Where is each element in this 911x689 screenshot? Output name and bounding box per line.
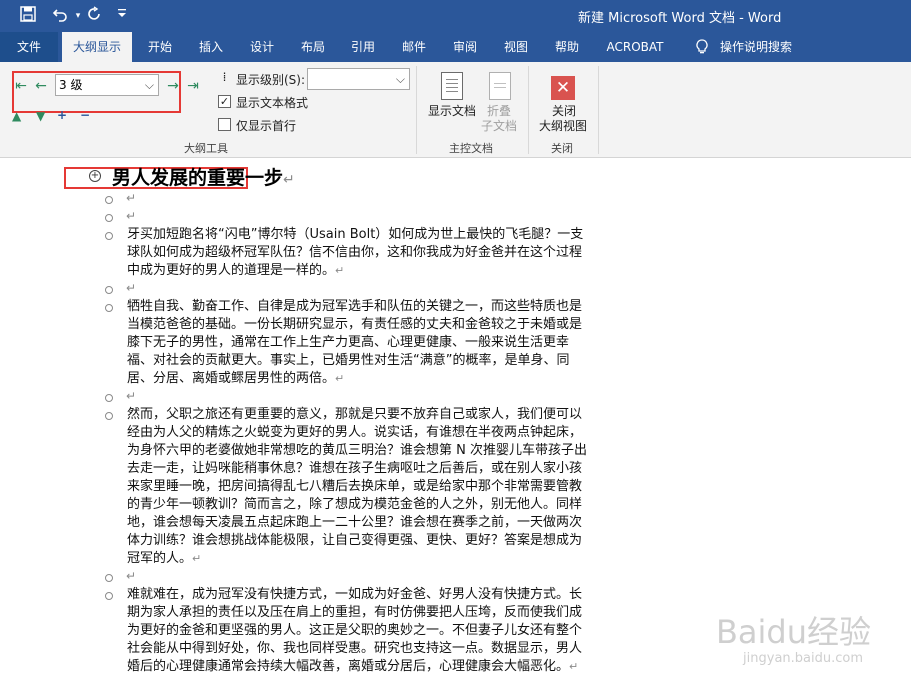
save-icon[interactable]: [18, 6, 38, 26]
close-outline-label-1[interactable]: 关闭: [552, 104, 576, 119]
collapse-icon[interactable]: −: [80, 109, 90, 121]
collapse-subdocuments-icon: [489, 72, 511, 100]
tab-acrobat[interactable]: ACROBAT: [600, 32, 670, 62]
show-document-button[interactable]: 显示文档: [428, 104, 476, 119]
collapse-subdoc-label-2: 子文档: [481, 119, 518, 133]
document-heading[interactable]: 男人发展的重要一步↵: [112, 163, 295, 190]
chevron-down-icon: ⌵: [395, 72, 405, 86]
master-document-group-label: 主控文档: [449, 142, 493, 155]
empty-paragraph: ↵: [126, 191, 137, 205]
undo-icon[interactable]: [50, 6, 70, 26]
group-separator: [598, 66, 599, 154]
ribbon-outline: ⇤ ← 3 级 ⌵ → ⇥ ▲ ▼ + − ⁞ 显示级别(S): ⌵ ✓ 显示文…: [0, 62, 911, 158]
empty-paragraph: ↵: [126, 389, 137, 403]
body-paragraph[interactable]: 然而，父职之旅还有更重要的意义，那就是只要不放弃自己或家人，我们便可以经由为人父…: [127, 406, 589, 568]
title-bar: ▾ 新建 Microsoft Word 文档 - Word: [0, 0, 911, 32]
tab-insert[interactable]: 插入: [191, 32, 231, 62]
show-text-format-checkbox[interactable]: ✓: [218, 95, 231, 108]
empty-paragraph: ↵: [126, 281, 137, 295]
customize-icon[interactable]: [112, 6, 132, 26]
group-separator: [416, 66, 417, 154]
lightbulb-icon[interactable]: [692, 32, 712, 62]
outline-bullet[interactable]: [105, 574, 113, 582]
tab-outline[interactable]: 大纲显示: [62, 32, 132, 62]
highlight-box-level: [12, 71, 181, 113]
watermark-brand: Baidu经验: [715, 613, 871, 651]
move-down-icon[interactable]: ▼: [36, 110, 45, 122]
show-document-icon[interactable]: [441, 72, 463, 100]
document-area[interactable]: + 男人发展的重要一步↵ ↵ ↵ 牙买加短跑名将“闪电”博尔特（Usain Bo…: [0, 159, 911, 689]
outline-bullet[interactable]: [105, 196, 113, 204]
tab-home[interactable]: 开始: [140, 32, 180, 62]
close-outline-label-2[interactable]: 大纲视图: [539, 119, 587, 134]
outline-bullet[interactable]: [105, 232, 113, 240]
tab-layout[interactable]: 布局: [293, 32, 333, 62]
tab-review[interactable]: 审阅: [445, 32, 485, 62]
body-paragraph[interactable]: 牙买加短跑名将“闪电”博尔特（Usain Bolt）如何成为世上最快的飞毛腿？一…: [127, 226, 589, 280]
show-text-format-label: 显示文本格式: [236, 96, 309, 110]
outline-bullet[interactable]: [105, 394, 113, 402]
redo-icon[interactable]: [84, 6, 104, 26]
outline-tools-group-label: 大纲工具: [184, 142, 228, 155]
show-level-icon: ⁞: [222, 70, 227, 84]
window-title: 新建 Microsoft Word 文档 - Word: [578, 11, 782, 26]
body-paragraph[interactable]: 难就难在，成为冠军没有快捷方式，一如成为好金爸、好男人没有快捷方式。长期为家人承…: [127, 586, 589, 676]
outline-bullet[interactable]: [105, 592, 113, 600]
collapse-subdoc-label-1: 折叠: [487, 104, 512, 118]
tab-file[interactable]: 文件: [0, 32, 58, 62]
body-paragraph[interactable]: 牺牲自我、勤奋工作、自律是成为冠军选手和队伍的关键之一，而这些特质也是当模范爸爸…: [127, 298, 589, 388]
group-separator: [528, 66, 529, 154]
expand-icon[interactable]: +: [57, 109, 67, 121]
empty-paragraph: ↵: [126, 569, 137, 583]
outline-bullet[interactable]: [105, 214, 113, 222]
tell-me-search[interactable]: 操作说明搜索: [716, 32, 796, 62]
show-level-select[interactable]: ⌵: [307, 68, 410, 90]
outline-bullet[interactable]: [105, 412, 113, 420]
tab-view[interactable]: 视图: [496, 32, 536, 62]
demote-to-body-icon[interactable]: ⇥: [186, 78, 200, 94]
empty-paragraph: ↵: [126, 209, 137, 223]
show-level-label: 显示级别(S):: [236, 73, 306, 87]
tab-design[interactable]: 设计: [242, 32, 282, 62]
outline-bullet[interactable]: [105, 286, 113, 294]
watermark-url: jingyan.baidu.com: [743, 651, 863, 666]
outline-bullet[interactable]: [105, 304, 113, 312]
tab-mailings[interactable]: 邮件: [394, 32, 434, 62]
tab-references[interactable]: 引用: [343, 32, 383, 62]
move-up-icon[interactable]: ▲: [12, 110, 21, 122]
close-group-label: 关闭: [551, 142, 573, 155]
show-first-line-label: 仅显示首行: [236, 119, 297, 133]
show-first-line-checkbox[interactable]: [218, 118, 231, 131]
tab-help[interactable]: 帮助: [547, 32, 587, 62]
ribbon-tab-bar: 文件 大纲显示 开始 插入 设计 布局 引用 邮件 审阅 视图 帮助 ACROB…: [0, 32, 911, 62]
close-outline-view-icon[interactable]: ✕: [551, 76, 575, 100]
